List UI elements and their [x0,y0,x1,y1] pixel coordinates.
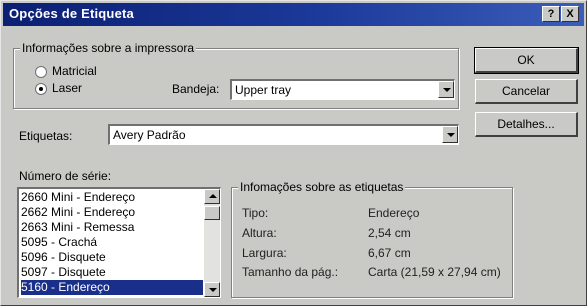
scroll-thumb[interactable] [204,206,220,220]
help-button[interactable]: ? [542,6,560,22]
width-key: Largura: [242,246,287,260]
height-value: 2,54 cm [368,226,411,240]
scroll-down-icon[interactable] [204,282,220,297]
matricial-label[interactable]: Matricial [52,64,97,78]
list-item[interactable]: 5096 - Disquete [21,250,203,265]
list-item[interactable]: 2663 Mini - Remessa [21,220,203,235]
details-button[interactable]: Detalhes... [475,112,578,137]
matricial-radio[interactable] [35,66,47,78]
tray-select[interactable]: Upper tray [230,79,455,100]
scroll-up-icon[interactable] [204,189,220,204]
laser-radio[interactable] [35,83,47,95]
close-button[interactable]: X [561,6,579,22]
labels-label: Etiquetas: [19,129,73,143]
label-info-label: Infomações sobre as etiquetas [238,180,406,194]
type-value: Endereço [368,206,420,220]
type-key: Tipo: [242,206,269,220]
height-key: Altura: [242,226,277,240]
tray-value: Upper tray [235,83,292,97]
page-size-key: Tamanho da pág.: [242,265,339,279]
laser-label[interactable]: Laser [52,81,82,95]
cancel-button[interactable]: Cancelar [475,79,578,104]
window-title: Opções de Etiqueta [9,6,134,21]
list-item[interactable]: 2660 Mini - Endereço [21,190,203,205]
labels-select[interactable]: Avery Padrão [108,124,459,145]
chevron-down-icon[interactable] [438,81,454,98]
printer-info-label: Informações sobre a impressora [20,41,197,55]
tray-label: Bandeja: [172,82,220,96]
list-item[interactable]: 5095 - Crachá [21,235,203,250]
labels-value: Avery Padrão [113,128,186,142]
title-bar[interactable]: Opções de Etiqueta ? X [3,3,584,26]
list-item-selected[interactable]: 5160 - Endereço [21,280,203,295]
list-item[interactable]: 2662 Mini - Endereço [21,205,203,220]
serial-scrollbar[interactable] [204,189,220,297]
list-item[interactable]: 5097 - Disquete [21,265,203,280]
serial-label: Número de série: [19,169,112,183]
printer-info-group: Informações sobre a impressora Matricial… [13,41,459,109]
label-options-dialog: Opções de Etiqueta ? X Informações sobre… [0,0,587,306]
label-info-group: Infomações sobre as etiquetas Tipo: Ende… [231,180,513,298]
page-size-value: Carta (21,59 x 27,94 cm) [368,265,501,279]
width-value: 6,67 cm [368,246,411,260]
serial-listbox[interactable]: 2660 Mini - Endereço 2662 Mini - Endereç… [17,187,221,298]
ok-button[interactable]: OK [474,47,579,74]
chevron-down-icon[interactable] [442,126,458,143]
